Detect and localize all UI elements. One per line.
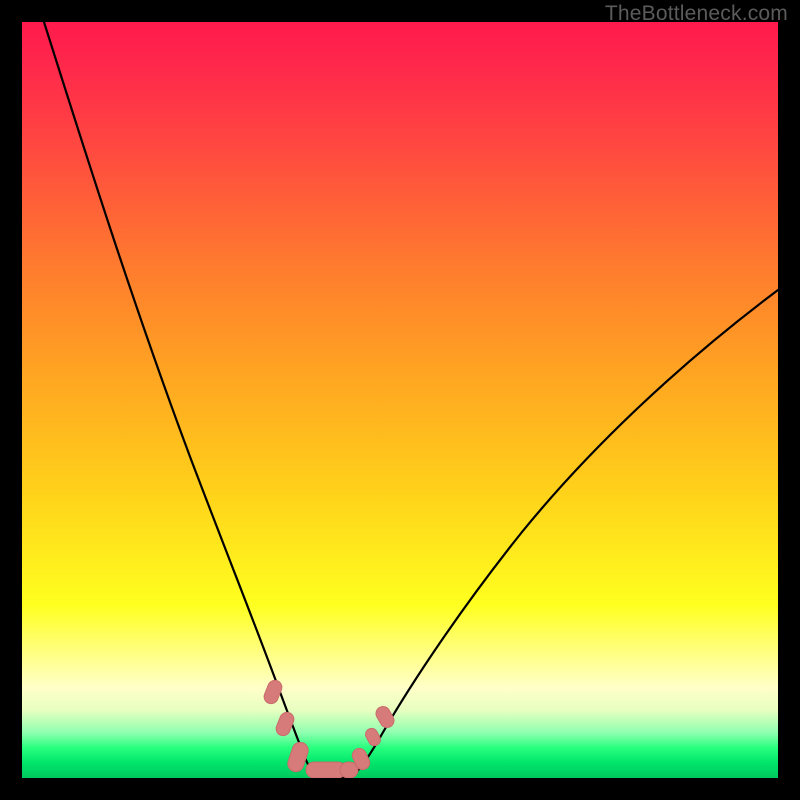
marker-pill [373, 704, 396, 730]
marker-pill [262, 678, 284, 705]
watermark-text: TheBottleneck.com [605, 2, 788, 26]
curve-group [44, 22, 778, 778]
curve-right [352, 290, 778, 776]
marker-group [262, 678, 397, 778]
chart-svg [22, 22, 778, 778]
chart-plot-area [22, 22, 778, 778]
chart-frame: TheBottleneck.com [0, 0, 800, 800]
curve-left [44, 22, 316, 776]
marker-pill [274, 710, 296, 737]
marker-pill [363, 726, 382, 748]
